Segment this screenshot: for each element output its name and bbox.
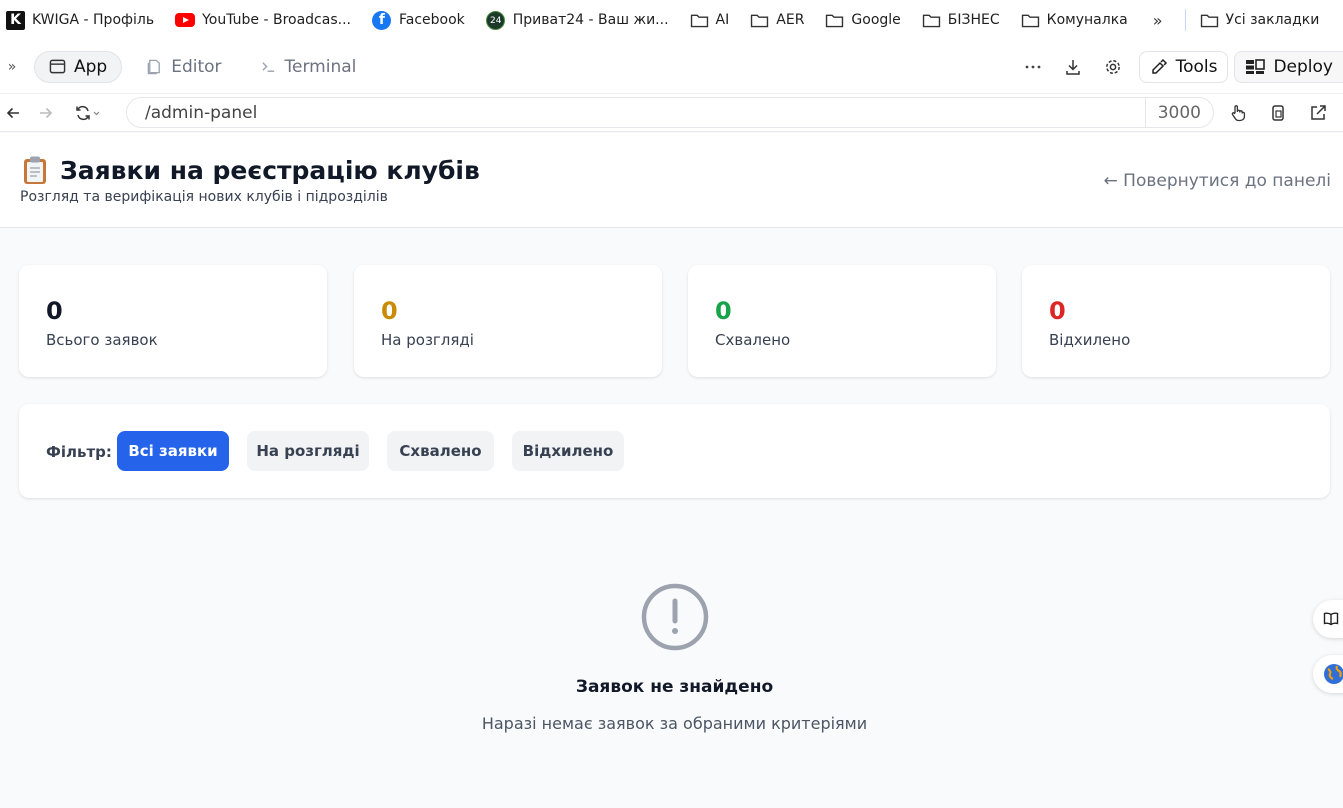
bookmark-folder-utilities[interactable]: Комуналка xyxy=(1021,6,1128,34)
expand-sidebar-icon[interactable]: » xyxy=(0,59,24,75)
empty-state-title: Заявок не знайдено xyxy=(575,677,774,697)
stat-card-approved: 0 Схвалено xyxy=(688,265,996,377)
alert-circle-icon xyxy=(641,583,709,651)
pointer-hand-icon[interactable] xyxy=(1218,97,1258,129)
tools-icon xyxy=(1151,58,1167,74)
extension-globe-icon xyxy=(1324,664,1343,684)
url-path: /admin-panel xyxy=(145,102,258,123)
back-arrow-icon[interactable] xyxy=(0,97,26,129)
stat-card-rejected: 0 Відхилено xyxy=(1022,265,1330,377)
all-bookmarks-button[interactable]: Усі закладки xyxy=(1200,6,1320,34)
terminal-icon xyxy=(261,62,274,72)
folder-icon xyxy=(1200,14,1218,27)
bookmark-folder-aer[interactable]: AER xyxy=(750,6,804,34)
stat-label: Всього заявок xyxy=(46,331,158,349)
page-subtitle: Розгляд та верифікація нових клубів і пі… xyxy=(20,189,388,205)
filter-all-button[interactable]: Всі заявки xyxy=(117,431,229,471)
back-to-dashboard-link[interactable]: ← Повернутися до панелі xyxy=(1104,171,1331,191)
privat24-icon: 24 xyxy=(486,10,506,30)
side-extension-widget[interactable] xyxy=(1313,655,1343,693)
side-book-widget[interactable] xyxy=(1313,600,1343,638)
bookmarks-more-button[interactable]: » xyxy=(1153,11,1163,30)
bookmark-privat24[interactable]: 24 Приват24 - Ваш жи... xyxy=(486,6,669,34)
folder-icon xyxy=(690,14,708,27)
bookmarks-divider xyxy=(1184,9,1186,31)
deploy-button[interactable]: Deploy xyxy=(1234,50,1343,83)
bookmark-label: YouTube - Broadcas... xyxy=(202,12,351,28)
bookmark-label: Комуналка xyxy=(1046,12,1128,28)
more-options-icon[interactable] xyxy=(1013,51,1053,83)
stat-card-pending: 0 На розгляді xyxy=(354,265,662,377)
bookmark-folder-google[interactable]: Google xyxy=(825,6,901,34)
bookmark-facebook[interactable]: f Facebook xyxy=(372,6,465,34)
forward-arrow-icon[interactable] xyxy=(26,97,66,129)
page-title-text: Заявки на реєстрацію клубів xyxy=(60,155,480,185)
bookmarks-bar: K KWIGA - Профіль YouTube - Broadcas... … xyxy=(0,0,1343,40)
tab-editor[interactable]: Editor xyxy=(132,51,235,83)
tools-button[interactable]: Tools xyxy=(1138,50,1229,83)
folder-icon xyxy=(751,14,769,27)
devices-icon[interactable] xyxy=(1258,97,1298,129)
stat-value: 0 xyxy=(1049,297,1066,325)
browser-window-icon xyxy=(49,59,66,74)
bookmark-label: AER xyxy=(776,12,805,28)
tab-label: Terminal xyxy=(284,56,357,77)
settings-gear-icon[interactable] xyxy=(1093,51,1133,83)
bookmark-folder-ai[interactable]: AI xyxy=(690,6,730,34)
port-selector[interactable]: 3000 xyxy=(1144,98,1213,127)
stat-label: На розгляді xyxy=(381,331,474,349)
bookmark-label: Приват24 - Ваш жи... xyxy=(512,12,669,28)
bookmark-label: Google xyxy=(851,12,901,28)
stat-label: Схвалено xyxy=(715,331,791,349)
bookmark-folder-business[interactable]: БІЗНЕС xyxy=(922,6,1000,34)
tab-app[interactable]: App xyxy=(34,50,123,83)
stat-label: Відхилено xyxy=(1049,331,1131,349)
download-icon[interactable] xyxy=(1053,51,1093,83)
deploy-icon xyxy=(1246,58,1266,74)
tab-terminal[interactable]: Terminal xyxy=(246,51,371,83)
stat-value: 0 xyxy=(46,297,63,325)
preview-url-bar: /admin-panel 3000 xyxy=(0,94,1343,132)
folder-icon xyxy=(826,14,844,27)
filter-rejected-button[interactable]: Відхилено xyxy=(512,431,624,471)
deploy-label: Deploy xyxy=(1273,56,1333,77)
folder-icon xyxy=(1021,14,1039,27)
bookmark-youtube[interactable]: YouTube - Broadcas... xyxy=(175,6,351,34)
bookmark-kwiga[interactable]: K KWIGA - Профіль xyxy=(6,6,154,34)
page-title: Заявки на реєстрацію клубів xyxy=(22,155,480,185)
tab-label: App xyxy=(74,56,108,77)
reload-icon[interactable] xyxy=(66,97,112,129)
stat-card-total: 0 Всього заявок xyxy=(19,265,327,377)
all-bookmarks-label: Усі закладки xyxy=(1225,12,1320,28)
filter-panel: Фільтр: Всі заявки На розгляді Схвалено … xyxy=(19,404,1330,498)
filter-pending-button[interactable]: На розгляді xyxy=(247,431,369,471)
file-icon xyxy=(147,59,161,75)
bookmark-label: БІЗНЕС xyxy=(947,12,1000,28)
bookmark-label: AI xyxy=(715,12,730,28)
empty-state-text: Наразі немає заявок за обраними критерія… xyxy=(481,714,868,733)
url-input[interactable]: /admin-panel 3000 xyxy=(126,97,1214,128)
filter-label: Фільтр: xyxy=(46,443,112,461)
book-icon xyxy=(1323,612,1339,626)
youtube-icon xyxy=(175,13,196,27)
filter-approved-button[interactable]: Схвалено xyxy=(387,431,494,471)
kwiga-logo-icon: K xyxy=(6,10,25,30)
folder-icon xyxy=(922,14,940,27)
facebook-icon: f xyxy=(372,10,392,30)
tab-label: Editor xyxy=(171,56,222,77)
bookmark-label: KWIGA - Профіль xyxy=(32,12,155,28)
workspace-toolbar: » App Editor Terminal Tools Deploy xyxy=(0,40,1343,94)
page-header: Заявки на реєстрацію клубів Розгляд та в… xyxy=(0,133,1343,228)
clipboard-icon xyxy=(24,156,46,184)
stat-value: 0 xyxy=(381,297,398,325)
stat-value: 0 xyxy=(715,297,732,325)
tools-label: Tools xyxy=(1175,56,1218,77)
open-new-tab-icon[interactable] xyxy=(1298,97,1338,129)
bookmark-label: Facebook xyxy=(398,12,465,28)
